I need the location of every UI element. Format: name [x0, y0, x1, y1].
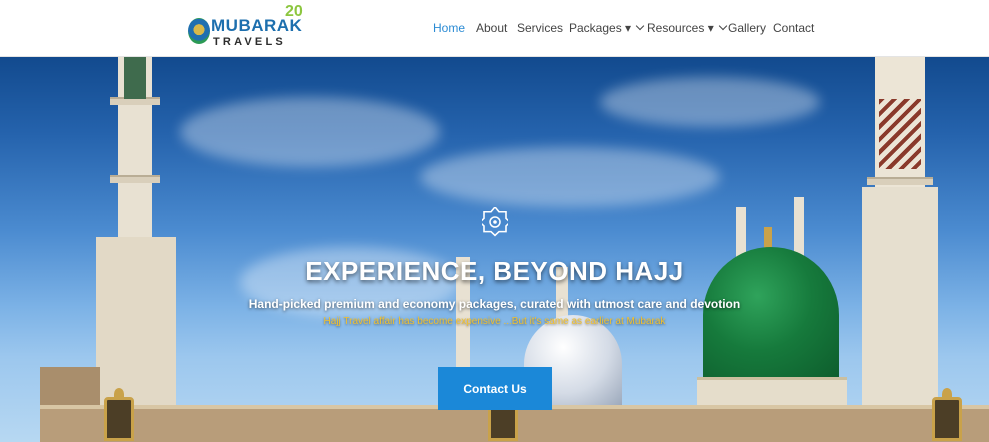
hero-subtitle: Hand-picked premium and economy packages…	[248, 297, 741, 311]
lantern-icon	[932, 388, 962, 441]
nav-services[interactable]: Services	[517, 20, 563, 36]
brand-tagline: TRAVELS	[213, 36, 286, 48]
minaret-pattern	[879, 99, 921, 169]
chevron-down-icon	[635, 21, 645, 31]
nav-contact[interactable]: Contact	[773, 20, 814, 36]
cloud	[600, 77, 820, 127]
top-navbar: MUBARAK TRAVELS 20 Home About Services P…	[0, 0, 989, 57]
left-minaret-spire	[124, 57, 146, 99]
brand-logo[interactable]: MUBARAK TRAVELS 20	[188, 4, 308, 52]
chevron-down-icon	[718, 21, 727, 31]
nav-resources[interactable]: Resources ▾	[647, 20, 727, 36]
nav-resources-label: Resources ▾	[647, 21, 714, 35]
logo-emblem-icon	[188, 18, 210, 44]
contact-us-button[interactable]: Contact Us	[438, 367, 552, 410]
minaret-band	[867, 177, 933, 185]
minaret-band	[110, 175, 160, 183]
nav-about[interactable]: About	[476, 20, 507, 36]
cloud	[180, 97, 440, 167]
anniversary-badge: 20	[285, 3, 303, 20]
nav-gallery[interactable]: Gallery	[728, 20, 766, 36]
nav-packages-label: Packages ▾	[569, 21, 632, 35]
hero-title: EXPERIENCE, BEYOND HAJJ	[305, 256, 684, 286]
lantern-icon	[104, 388, 134, 441]
nav-home[interactable]: Home	[433, 20, 465, 36]
hero-note: Hajj Travel affair has become expensive …	[323, 316, 666, 327]
octagram-emblem-icon	[482, 207, 508, 237]
nav-packages[interactable]: Packages ▾	[569, 20, 645, 36]
hero-banner: EXPERIENCE, BEYOND HAJJ Hand-picked prem…	[0, 57, 989, 442]
right-minaret-base	[862, 187, 938, 442]
cloud	[420, 147, 720, 207]
